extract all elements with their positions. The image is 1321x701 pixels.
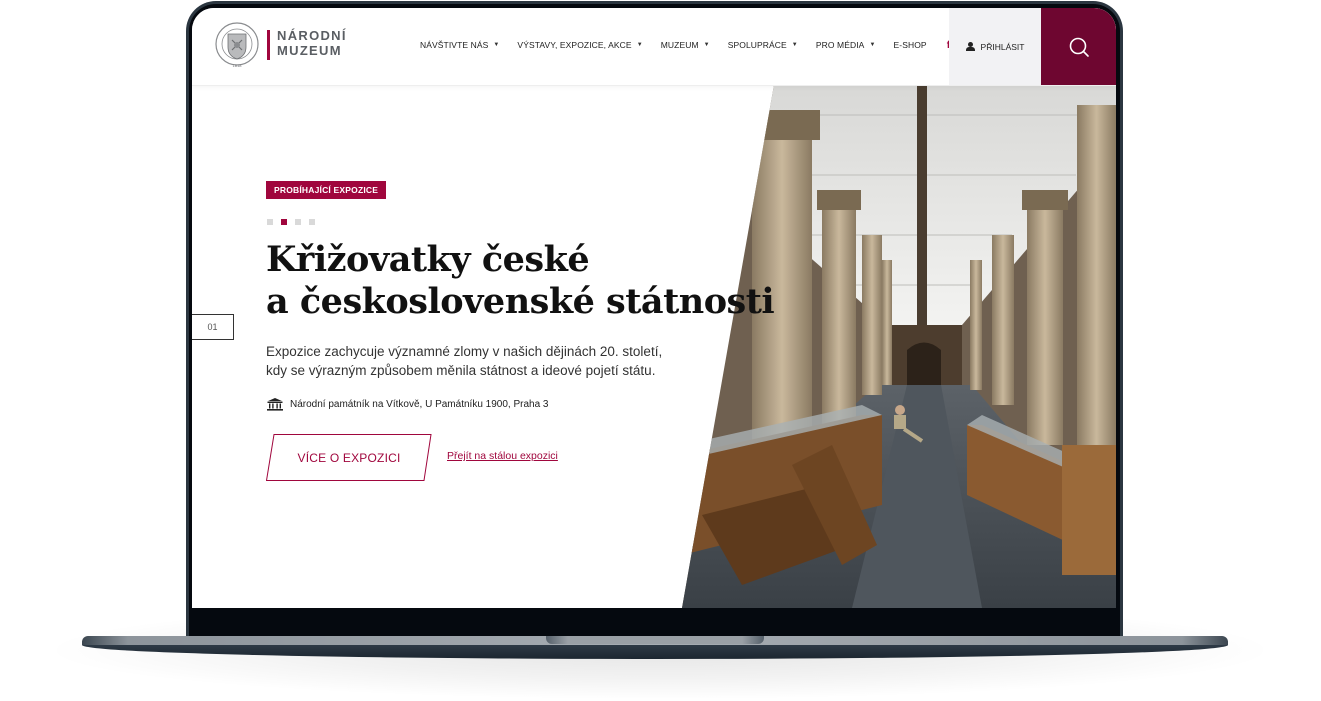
nav-label: E-SHOP [893,40,927,50]
nav-label: VÝSTAVY, EXPOZICE, AKCE [517,40,632,50]
slider-pagination [267,219,323,225]
nav-label: MUZEUM [660,40,699,50]
hero-title-line1: Křižovatky české [266,239,590,280]
museum-building-icon [267,398,283,411]
login-label: PŘIHLÁSIT [980,41,1025,52]
logo-text-line2: MUZEUM [277,43,342,58]
nav-item-navstivte-nas[interactable]: NÁVŠTIVTE NÁS ▼ [420,40,499,50]
slider-dot-4[interactable] [309,219,315,225]
laptop-notch [546,636,764,644]
laptop-base [82,636,1228,660]
logo-text-line1: NÁRODNÍ [277,28,347,43]
chevron-down-icon: ▼ [636,42,643,48]
nav-label: PRO MÉDIA [815,40,865,50]
chevron-down-icon: ▼ [791,42,798,48]
nav-item-pro-media[interactable]: PRO MÉDIA ▼ [816,40,876,50]
login-button[interactable]: PŘIHLÁSIT [949,8,1041,85]
hero-description-line1: Expozice zachycuje významné zlomy v naši… [266,344,663,359]
nav-item-spoluprace[interactable]: SPOLUPRÁCE ▼ [728,40,798,50]
hero-description: Expozice zachycuje významné zlomy v naši… [266,342,686,380]
logo-wordmark[interactable]: NÁRODNÍ MUZEUM [277,28,347,58]
search-button[interactable] [1041,8,1116,85]
chevron-down-icon: ▼ [493,42,500,48]
nav-item-muzeum[interactable]: MUZEUM ▼ [661,40,710,50]
slider-dot-3[interactable] [295,219,301,225]
browser-screen: 1818 NÁRODNÍ MUZEUM NÁVŠTIVTE NÁS ▼ VÝSTA… [192,8,1116,608]
slide-number: 01 [192,314,234,340]
hero-description-line2: kdy se výrazným způsobem měnila státnost… [266,363,656,378]
chevron-down-icon: ▼ [703,42,710,48]
hero-title: Křižovatky české a československé státno… [266,239,775,323]
slider-dot-1[interactable] [267,219,273,225]
hero-image [682,85,1116,608]
search-icon [1069,37,1089,57]
nav-label: NÁVŠTIVTE NÁS [420,40,489,50]
permanent-exhibition-link[interactable]: Přejít na stálou expozici [447,450,558,462]
nav-label: SPOLUPRÁCE [727,40,787,50]
nav-item-vystavy[interactable]: VÝSTAVY, EXPOZICE, AKCE ▼ [517,40,642,50]
hero-title-line2: a československé státnosti [266,281,775,322]
site-header: 1818 NÁRODNÍ MUZEUM NÁVŠTIVTE NÁS ▼ VÝSTA… [192,8,1116,86]
more-about-exhibition-button[interactable]: VÍCE O EXPOZICI [266,434,432,481]
cta-label: VÍCE O EXPOZICI [297,450,401,465]
main-nav: NÁVŠTIVTE NÁS ▼ VÝSTAVY, EXPOZICE, AKCE ▼ … [420,37,1005,53]
logo-divider [267,30,270,60]
museum-seal-logo[interactable]: 1818 [214,20,260,70]
slider-dot-2[interactable] [281,219,287,225]
svg-text:1818: 1818 [233,63,243,68]
nav-item-eshop[interactable]: E-SHOP [894,40,927,50]
user-icon [965,42,975,51]
status-badge: PROBÍHAJÍCÍ EXPOZICE [266,181,387,199]
chevron-down-icon: ▼ [869,42,876,48]
location-text: Národní památník na Vítkově, U Památníku… [290,399,549,410]
location-info: Národní památník na Vítkově, U Památníku… [267,398,548,411]
